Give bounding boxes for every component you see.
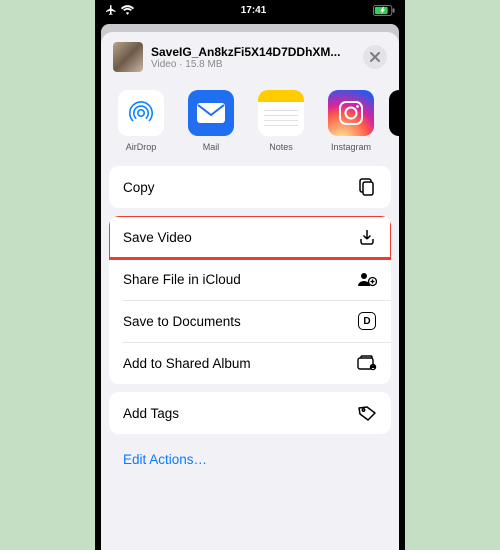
app-instagram[interactable]: Instagram (325, 90, 377, 152)
action-share-icloud[interactable]: Share File in iCloud (109, 258, 391, 300)
share-apps-row: AirDrop Mail Notes (101, 80, 399, 166)
battery-icon (373, 5, 395, 16)
action-add-shared-album[interactable]: Add to Shared Album (109, 342, 391, 384)
actions-list: Copy Save Video Share File in iCloud (101, 166, 399, 487)
app-label: AirDrop (126, 142, 157, 152)
action-label: Add to Shared Album (123, 356, 251, 371)
action-add-tags[interactable]: Add Tags (109, 392, 391, 434)
download-icon (357, 227, 377, 247)
status-bar: 17:41 (95, 0, 405, 20)
action-save-documents[interactable]: Save to Documents D (109, 300, 391, 342)
close-icon (370, 52, 380, 62)
action-label: Add Tags (123, 406, 179, 421)
app-label: Instagram (331, 142, 371, 152)
action-label: Save to Documents (123, 314, 241, 329)
shared-album-icon (357, 353, 377, 373)
tag-icon (357, 403, 377, 423)
file-meta: Video · 15.8 MB (151, 59, 355, 70)
action-label: Save Video (123, 230, 192, 245)
status-time: 17:41 (241, 5, 267, 16)
close-button[interactable] (363, 45, 387, 69)
action-copy[interactable]: Copy (109, 166, 391, 208)
icloud-share-icon (357, 269, 377, 289)
action-label: Share File in iCloud (123, 272, 241, 287)
app-label: Mail (203, 142, 220, 152)
edit-actions-link[interactable]: Edit Actions… (109, 442, 391, 487)
mail-icon (197, 103, 225, 123)
action-label: Copy (123, 180, 155, 195)
app-more[interactable] (395, 90, 399, 152)
app-notes[interactable]: Notes (255, 90, 307, 152)
app-mail[interactable]: Mail (185, 90, 237, 152)
wifi-icon (121, 5, 134, 15)
phone-screen: 17:41 SaveIG_An8kzFi5X14D7DDhXM... Video… (95, 0, 405, 550)
airdrop-icon (125, 97, 157, 129)
instagram-icon (337, 99, 365, 127)
file-thumbnail (113, 42, 143, 72)
notes-icon (258, 90, 304, 136)
airplane-icon (105, 4, 117, 16)
file-header: SaveIG_An8kzFi5X14D7DDhXM... Video · 15.… (101, 32, 399, 80)
file-name: SaveIG_An8kzFi5X14D7DDhXM... (151, 45, 355, 59)
copy-icon (357, 177, 377, 197)
action-save-video[interactable]: Save Video (109, 216, 391, 258)
documents-app-icon: D (357, 311, 377, 331)
app-airdrop[interactable]: AirDrop (115, 90, 167, 152)
share-sheet: SaveIG_An8kzFi5X14D7DDhXM... Video · 15.… (101, 32, 399, 550)
app-label: Notes (269, 142, 293, 152)
